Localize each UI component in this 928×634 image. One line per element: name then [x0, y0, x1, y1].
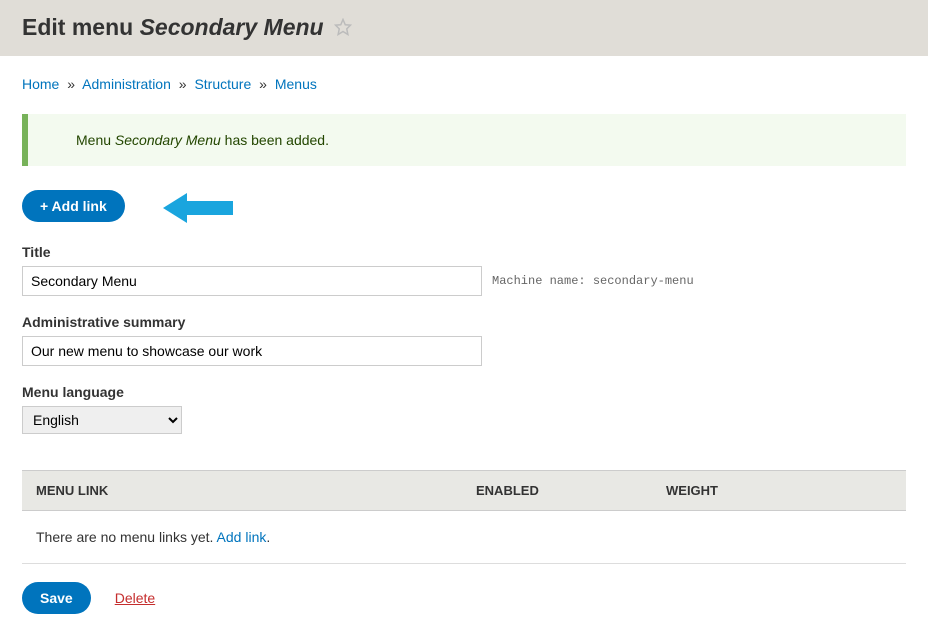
language-label: Menu language: [22, 384, 906, 400]
add-link-row: + Add link: [22, 190, 906, 222]
form-group-language: Menu language English: [22, 384, 906, 434]
col-header-menulink: MENU LINK: [36, 483, 476, 498]
star-icon[interactable]: [334, 15, 352, 42]
status-message: Menu Secondary Menu has been added.: [22, 114, 906, 166]
message-prefix: Menu: [76, 132, 115, 148]
menu-links-table: MENU LINK ENABLED WEIGHT There are no me…: [22, 470, 906, 564]
save-button[interactable]: Save: [22, 582, 91, 614]
delete-link[interactable]: Delete: [115, 590, 155, 606]
form-group-summary: Administrative summary: [22, 314, 906, 366]
empty-text: There are no menu links yet.: [36, 529, 217, 545]
page-title: Edit menu Secondary Menu: [22, 14, 906, 42]
actions-row: Save Delete: [22, 582, 906, 614]
breadcrumb-structure[interactable]: Structure: [194, 76, 251, 92]
breadcrumb-admin[interactable]: Administration: [82, 76, 171, 92]
col-header-enabled: ENABLED: [476, 483, 666, 498]
language-select[interactable]: English: [22, 406, 182, 434]
form-group-title: Title Machine name: secondary-menu: [22, 244, 906, 296]
summary-input[interactable]: [22, 336, 482, 366]
breadcrumb: Home » Administration » Structure » Menu…: [22, 76, 906, 92]
breadcrumb-menus[interactable]: Menus: [275, 76, 317, 92]
header-bar: Edit menu Secondary Menu: [0, 0, 928, 56]
page-title-name: Secondary Menu: [140, 14, 324, 40]
table-header: MENU LINK ENABLED WEIGHT: [22, 470, 906, 511]
content-area: Home » Administration » Structure » Menu…: [0, 56, 928, 634]
breadcrumb-separator: »: [179, 76, 187, 92]
page-title-prefix: Edit menu: [22, 14, 140, 40]
title-input[interactable]: [22, 266, 482, 296]
arrow-left-icon: [163, 191, 233, 221]
add-link-button[interactable]: + Add link: [22, 190, 125, 222]
summary-label: Administrative summary: [22, 314, 906, 330]
machine-name-text: Machine name: secondary-menu: [492, 274, 694, 288]
message-suffix: has been added.: [221, 132, 329, 148]
empty-suffix: .: [266, 529, 270, 545]
breadcrumb-home[interactable]: Home: [22, 76, 59, 92]
empty-add-link[interactable]: Add link: [217, 529, 267, 545]
table-empty-row: There are no menu links yet. Add link.: [22, 511, 906, 564]
breadcrumb-separator: »: [67, 76, 75, 92]
title-label: Title: [22, 244, 906, 260]
col-header-weight: WEIGHT: [666, 483, 892, 498]
message-name: Secondary Menu: [115, 132, 221, 148]
breadcrumb-separator: »: [259, 76, 267, 92]
